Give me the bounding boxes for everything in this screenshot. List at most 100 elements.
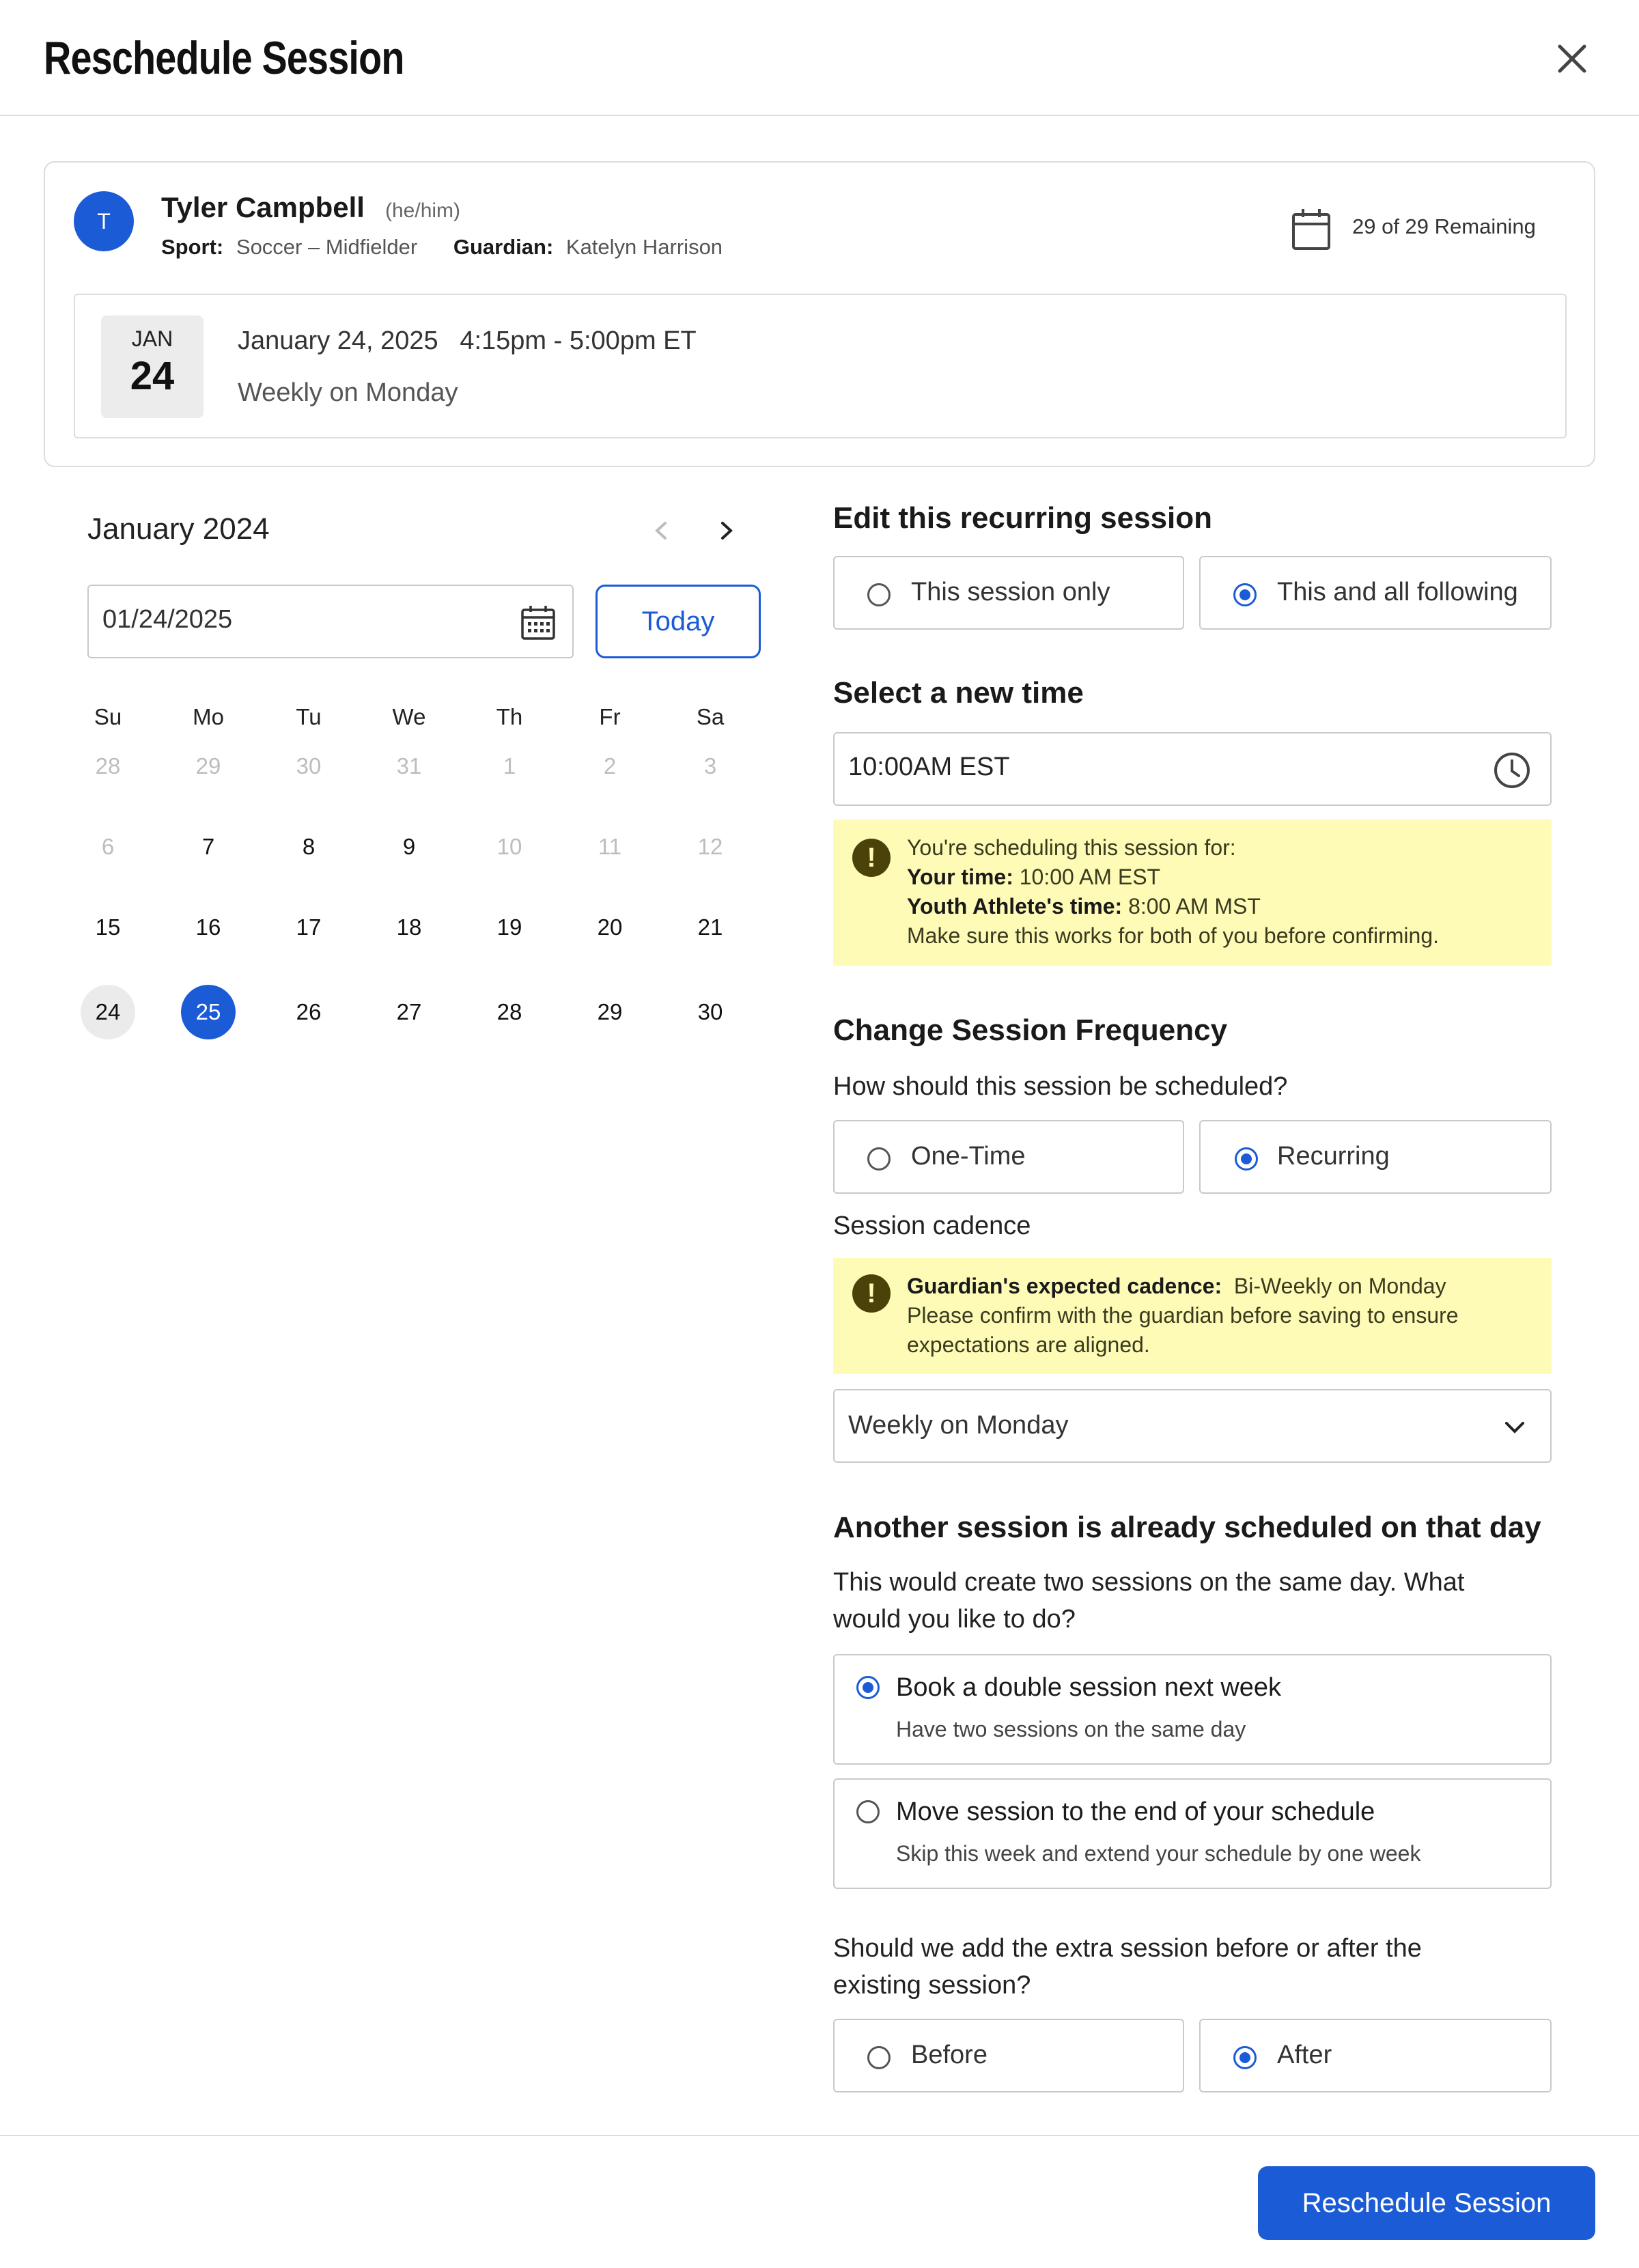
weekday-label: Sa [696,704,725,729]
calendar-day[interactable]: 15 [74,900,142,955]
radio-selected [1235,1147,1258,1171]
calendar-day[interactable]: 26 [275,985,343,1039]
option-label: Before [911,2041,987,2069]
weekday-label: Tu [296,704,322,729]
option-before[interactable]: Before [833,2019,1184,2092]
athlete-name: Tyler Campbell [161,191,365,223]
calendar-next-button[interactable] [713,514,740,548]
weekday-header-row: Su Mo Tu We Th Fr Sa [74,690,757,744]
close-button[interactable] [1550,37,1594,81]
athlete-time-label: Youth Athlete's time: [907,894,1123,919]
calendar-day-number: 1 [503,753,516,779]
calendar-day[interactable]: 18 [375,900,443,955]
order-question: Should we add the extra session before o… [833,1930,1422,2004]
calendar-day[interactable]: 16 [174,900,242,955]
your-time-label: Your time: [907,865,1013,889]
calendar-day: 10 [475,820,544,874]
modal-header: Reschedule Session [0,0,1639,116]
weekday-label: We [392,704,426,729]
chevron-right-icon [721,522,733,540]
clock-icon[interactable] [1491,750,1532,791]
calendar-day[interactable]: 17 [275,900,343,955]
radio [867,2046,891,2069]
cadence-select[interactable]: Weekly on Monday [833,1389,1552,1463]
calendar-icon[interactable] [519,604,557,642]
date-tile-month: JAN [131,326,173,351]
calendar-day[interactable]: 20 [576,900,644,955]
weekday-label: Su [94,704,122,729]
calendar-day-today[interactable]: 24 [74,985,142,1039]
cadence-label-bold: Guardian's expected cadence: [907,1274,1222,1298]
radio-selected [1233,583,1257,606]
option-recurring[interactable]: Recurring [1199,1120,1552,1194]
radio-selected [856,1676,880,1699]
conflict-description-line: would you like to do? [833,1605,1076,1634]
calendar-day[interactable]: 29 [576,985,644,1039]
calendar-day-number: 7 [201,834,215,859]
calendar-day-number: 25 [181,985,236,1039]
option-label: This and all following [1277,578,1518,606]
radio [856,1800,880,1823]
calendar-day[interactable]: 30 [676,985,744,1039]
conflict-description-line: This would create two sessions on the sa… [833,1568,1465,1597]
calendar-day: 2 [576,739,644,794]
warning-icon: ! [852,1274,891,1313]
time-input[interactable] [848,753,1449,782]
warning-line: Guardian's expected cadence: Bi-Weekly o… [907,1272,1459,1301]
session-datetime: January 24, 2025 4:15pm - 5:00pm ET [238,326,697,355]
option-this-and-all-following[interactable]: This and all following [1199,556,1552,630]
cadence-warning: ! Guardian's expected cadence: Bi-Weekly… [833,1258,1552,1374]
current-session: JAN 24 January 24, 2025 4:15pm - 5:00pm … [74,294,1567,438]
calendar-week-row: 24 25 26 27 28 29 30 [74,981,757,1039]
avatar: T [74,191,134,251]
calendar-day: 30 [275,739,343,794]
cadence-label: Session cadence [833,1212,1031,1240]
calendar-day: 3 [676,739,744,794]
calendar-day[interactable]: 28 [475,985,544,1039]
close-icon [1558,44,1586,73]
calendar-day[interactable]: 27 [375,985,443,1039]
calendar-day: 12 [676,820,744,874]
calendar-day[interactable]: 19 [475,900,544,955]
reschedule-session-button[interactable]: Reschedule Session [1258,2166,1595,2240]
option-after[interactable]: After [1199,2019,1552,2092]
calendar-icon [1292,209,1330,250]
calendar-day[interactable]: 21 [676,900,744,955]
calendar-day[interactable]: 8 [275,820,343,874]
calendar-day-number: 30 [296,753,322,779]
option-label: After [1277,2041,1332,2069]
date-field[interactable] [87,585,574,658]
option-this-session-only[interactable]: This session only [833,556,1184,630]
warning-line: Make sure this works for both of you bef… [907,923,1440,948]
frequency-question: How should this session be scheduled? [833,1072,1288,1101]
time-field[interactable] [833,732,1552,806]
frequency-heading: Change Session Frequency [833,1013,1228,1047]
guardian-label: Guardian: [453,235,554,259]
option-move-to-end[interactable]: Move session to the end of your schedule… [833,1778,1552,1889]
option-double-session[interactable]: Book a double session next week Have two… [833,1654,1552,1765]
calendar-day-number: 8 [302,834,316,859]
calendar-day-number: 29 [195,753,221,779]
calendar-day: 31 [375,739,443,794]
calendar-day-number: 19 [496,914,522,940]
calendar-day[interactable]: 9 [375,820,443,874]
option-title: Move session to the end of your schedule [896,1797,1375,1826]
calendar-week-row: 28 29 30 31 1 2 3 [74,739,757,794]
guardian-value: Katelyn Harrison [565,235,723,259]
warning-icon: ! [852,839,891,877]
today-button[interactable]: Today [596,585,761,658]
calendar-day-selected[interactable]: 25 [174,985,242,1039]
your-time-value: 10:00 AM EST [1019,865,1161,889]
radio [867,583,891,606]
calendar-day-number: 29 [597,999,623,1024]
option-one-time[interactable]: One-Time [833,1120,1184,1194]
calendar-day[interactable]: 7 [174,820,242,874]
calendar-day-number: 2 [603,753,617,779]
date-input[interactable] [102,605,485,634]
option-subtitle: Have two sessions on the same day [896,1717,1246,1741]
calendar-day-number: 10 [496,834,522,859]
calendar-day-number: 26 [296,999,322,1024]
calendar-day-number: 30 [697,999,723,1024]
calendar-prev-button[interactable] [647,514,675,548]
modal-title: Reschedule Session [44,32,404,84]
